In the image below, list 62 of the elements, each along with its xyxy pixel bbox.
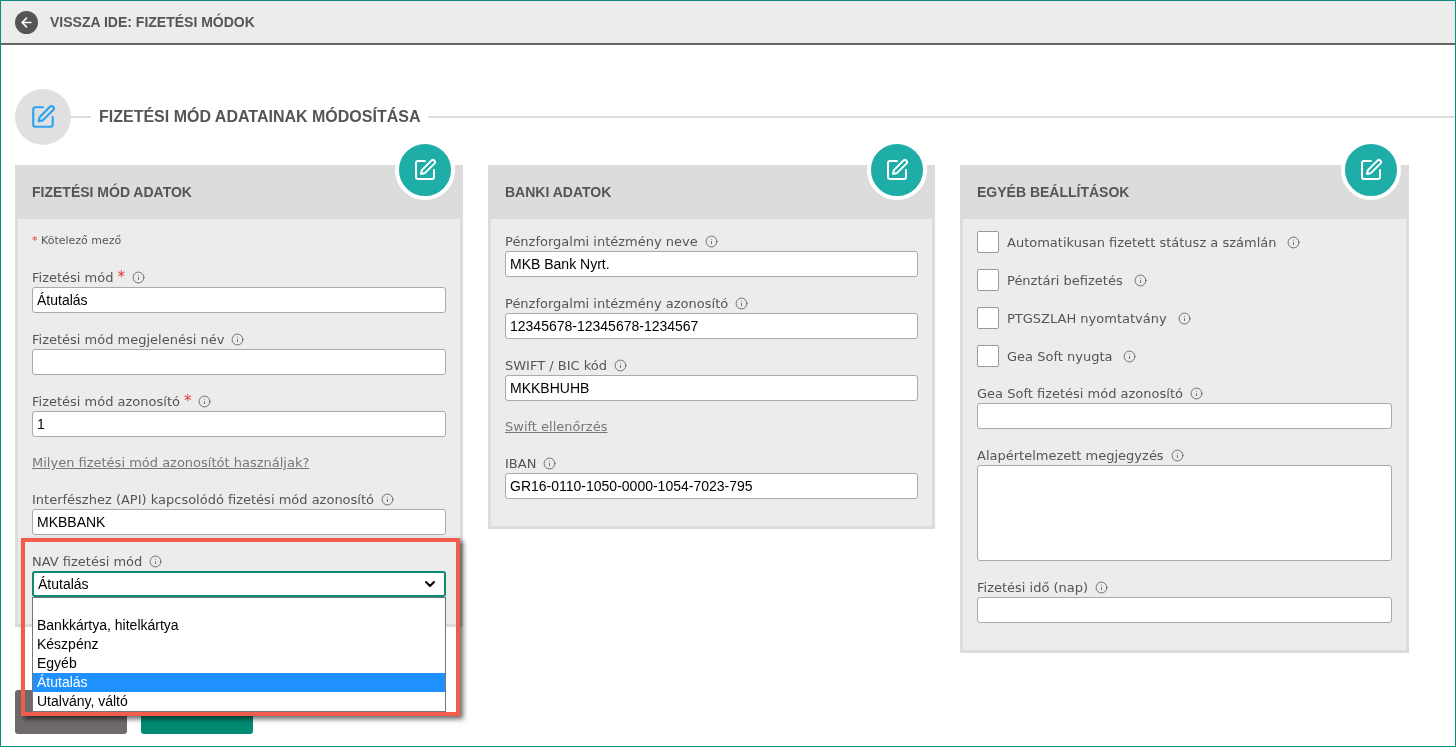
help-link[interactable]: Swift ellenőrzés bbox=[505, 417, 608, 437]
checkbox[interactable] bbox=[977, 231, 999, 253]
info-icon[interactable] bbox=[231, 332, 245, 346]
text-input[interactable]: Átutalás bbox=[32, 287, 446, 313]
info-icon[interactable] bbox=[149, 554, 163, 568]
field-label: Pénzforgalmi intézmény neve bbox=[505, 233, 698, 249]
text-input[interactable]: MKKBHUHB bbox=[505, 375, 918, 401]
text-input[interactable] bbox=[32, 349, 446, 375]
field-label: SWIFT / BIC kód bbox=[505, 357, 607, 373]
field-label: NAV fizetési mód bbox=[32, 553, 143, 569]
checkbox-label: Automatikusan fizetett státusz a számlán bbox=[1007, 234, 1277, 250]
info-icon[interactable] bbox=[198, 394, 212, 408]
info-icon[interactable] bbox=[1287, 235, 1301, 249]
field-label: IBAN bbox=[505, 455, 537, 471]
field-label: Fizetési mód azonosító bbox=[32, 393, 180, 409]
field-label: Fizetési mód megjelenési név bbox=[32, 331, 225, 347]
text-input[interactable] bbox=[977, 403, 1392, 429]
field-label: Fizetési idő (nap) bbox=[977, 579, 1089, 595]
info-icon[interactable] bbox=[1189, 386, 1203, 400]
field-label: Interfészhez (API) kapcsolódó fizetési mód azonosító bbox=[32, 491, 374, 507]
info-icon[interactable] bbox=[704, 234, 718, 248]
checkbox-label: PTGSZLAH nyomtatvány bbox=[1007, 310, 1167, 326]
text-input[interactable]: GR16-0110-1050-0000-1054-7023-795 bbox=[505, 473, 918, 499]
info-icon[interactable] bbox=[1123, 349, 1137, 363]
edit-icon bbox=[885, 158, 909, 182]
edit-icon bbox=[1359, 158, 1383, 182]
textarea-field[interactable] bbox=[977, 465, 1392, 561]
text-input[interactable] bbox=[977, 597, 1392, 623]
info-icon[interactable] bbox=[381, 492, 394, 506]
info-icon[interactable] bbox=[1170, 448, 1184, 462]
field-label: Fizetési mód bbox=[32, 269, 114, 285]
help-link[interactable]: Milyen fizetési mód azonosítót használjak? bbox=[32, 453, 310, 473]
info-icon[interactable] bbox=[1177, 311, 1191, 325]
panel-title: BANKI ADATOK bbox=[505, 184, 612, 200]
text-input[interactable]: MKB Bank Nyrt. bbox=[505, 251, 918, 277]
panel-title: EGYÉB BEÁLLÍTÁSOK bbox=[977, 184, 1130, 200]
required-note: * Kötelező mező bbox=[32, 233, 123, 249]
checkbox[interactable] bbox=[977, 345, 999, 367]
field-label: Gea Soft fizetési mód azonosító bbox=[977, 385, 1183, 401]
checkbox-label: Pénztári befizetés bbox=[1007, 272, 1123, 288]
field-label: Alapértelmezett megjegyzés bbox=[977, 447, 1164, 463]
text-input[interactable]: 1 bbox=[32, 411, 446, 437]
back-button[interactable] bbox=[15, 10, 38, 34]
section-title: FIZETÉSI MÓD ADATAINAK MÓDOSÍTÁSA bbox=[99, 108, 421, 126]
panel-title: FIZETÉSI MÓD ADATOK bbox=[32, 184, 192, 200]
required-mark: * bbox=[117, 268, 125, 286]
checkbox-label: Gea Soft nyugta bbox=[1007, 348, 1113, 364]
info-icon[interactable] bbox=[1095, 580, 1109, 594]
info-icon[interactable] bbox=[1133, 273, 1147, 287]
field-label: Pénzforgalmi intézmény azonosító bbox=[505, 295, 729, 311]
info-icon[interactable] bbox=[735, 296, 749, 310]
checkbox[interactable] bbox=[977, 269, 999, 291]
required-mark: * bbox=[183, 392, 192, 410]
info-icon[interactable] bbox=[131, 270, 145, 284]
back-label[interactable]: VISSZA IDE: FIZETÉSI MÓDOK bbox=[50, 14, 255, 30]
info-icon[interactable] bbox=[614, 358, 627, 372]
info-icon[interactable] bbox=[543, 456, 557, 470]
text-input[interactable]: 12345678-12345678-1234567 bbox=[505, 313, 918, 339]
edit-icon bbox=[413, 158, 437, 182]
select-field[interactable]: Átutalás bbox=[32, 571, 446, 597]
text-input[interactable]: MKBBANK bbox=[32, 509, 446, 535]
checkbox[interactable] bbox=[977, 307, 999, 329]
